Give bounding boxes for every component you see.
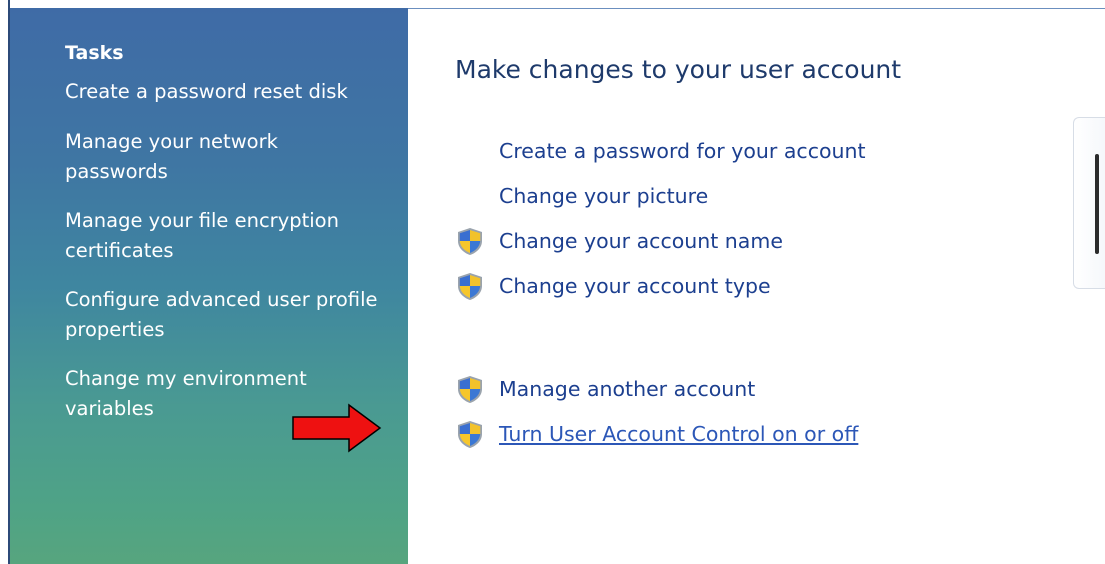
sidebar-item-advanced-profile-properties[interactable]: Configure advanced user profile properti…	[65, 285, 385, 345]
sidebar-item-password-reset-disk[interactable]: Create a password reset disk	[65, 77, 385, 107]
create-password-link[interactable]: Create a password for your account	[499, 138, 866, 164]
change-account-name-link[interactable]: Change your account name	[499, 228, 783, 254]
manage-another-account-link[interactable]: Manage another account	[499, 376, 755, 402]
account-links: Create a password for your account Chang…	[455, 128, 866, 456]
change-account-type-link[interactable]: Change your account type	[499, 273, 771, 299]
uac-shield-icon	[458, 272, 482, 300]
link-row-change-type[interactable]: Change your account type	[455, 263, 866, 308]
link-row-change-picture[interactable]: Change your picture	[455, 173, 866, 218]
change-picture-link[interactable]: Change your picture	[499, 183, 708, 209]
top-divider	[408, 8, 1105, 9]
page-title: Make changes to your user account	[455, 55, 902, 84]
tasks-heading: Tasks	[65, 42, 124, 64]
account-picture-card	[1073, 117, 1105, 289]
red-arrow-icon	[292, 403, 382, 453]
link-row-change-name[interactable]: Change your account name	[455, 218, 866, 263]
sidebar-item-network-passwords[interactable]: Manage your network passwords	[65, 127, 385, 187]
link-row-uac-toggle[interactable]: Turn User Account Control on or off	[455, 411, 866, 456]
control-panel-window: Tasks Create a password reset disk Manag…	[0, 0, 1105, 564]
tasks-sidebar: Tasks Create a password reset disk Manag…	[10, 8, 408, 564]
link-row-manage-another[interactable]: Manage another account	[455, 366, 866, 411]
turn-uac-on-off-link[interactable]: Turn User Account Control on or off	[499, 421, 858, 447]
uac-shield-icon	[458, 227, 482, 255]
uac-shield-icon	[458, 420, 482, 448]
sidebar-item-file-encryption-certificates[interactable]: Manage your file encryption certificates	[65, 206, 385, 266]
link-row-create-password[interactable]: Create a password for your account	[455, 128, 866, 173]
uac-shield-icon	[458, 375, 482, 403]
window-left-border	[0, 0, 10, 564]
